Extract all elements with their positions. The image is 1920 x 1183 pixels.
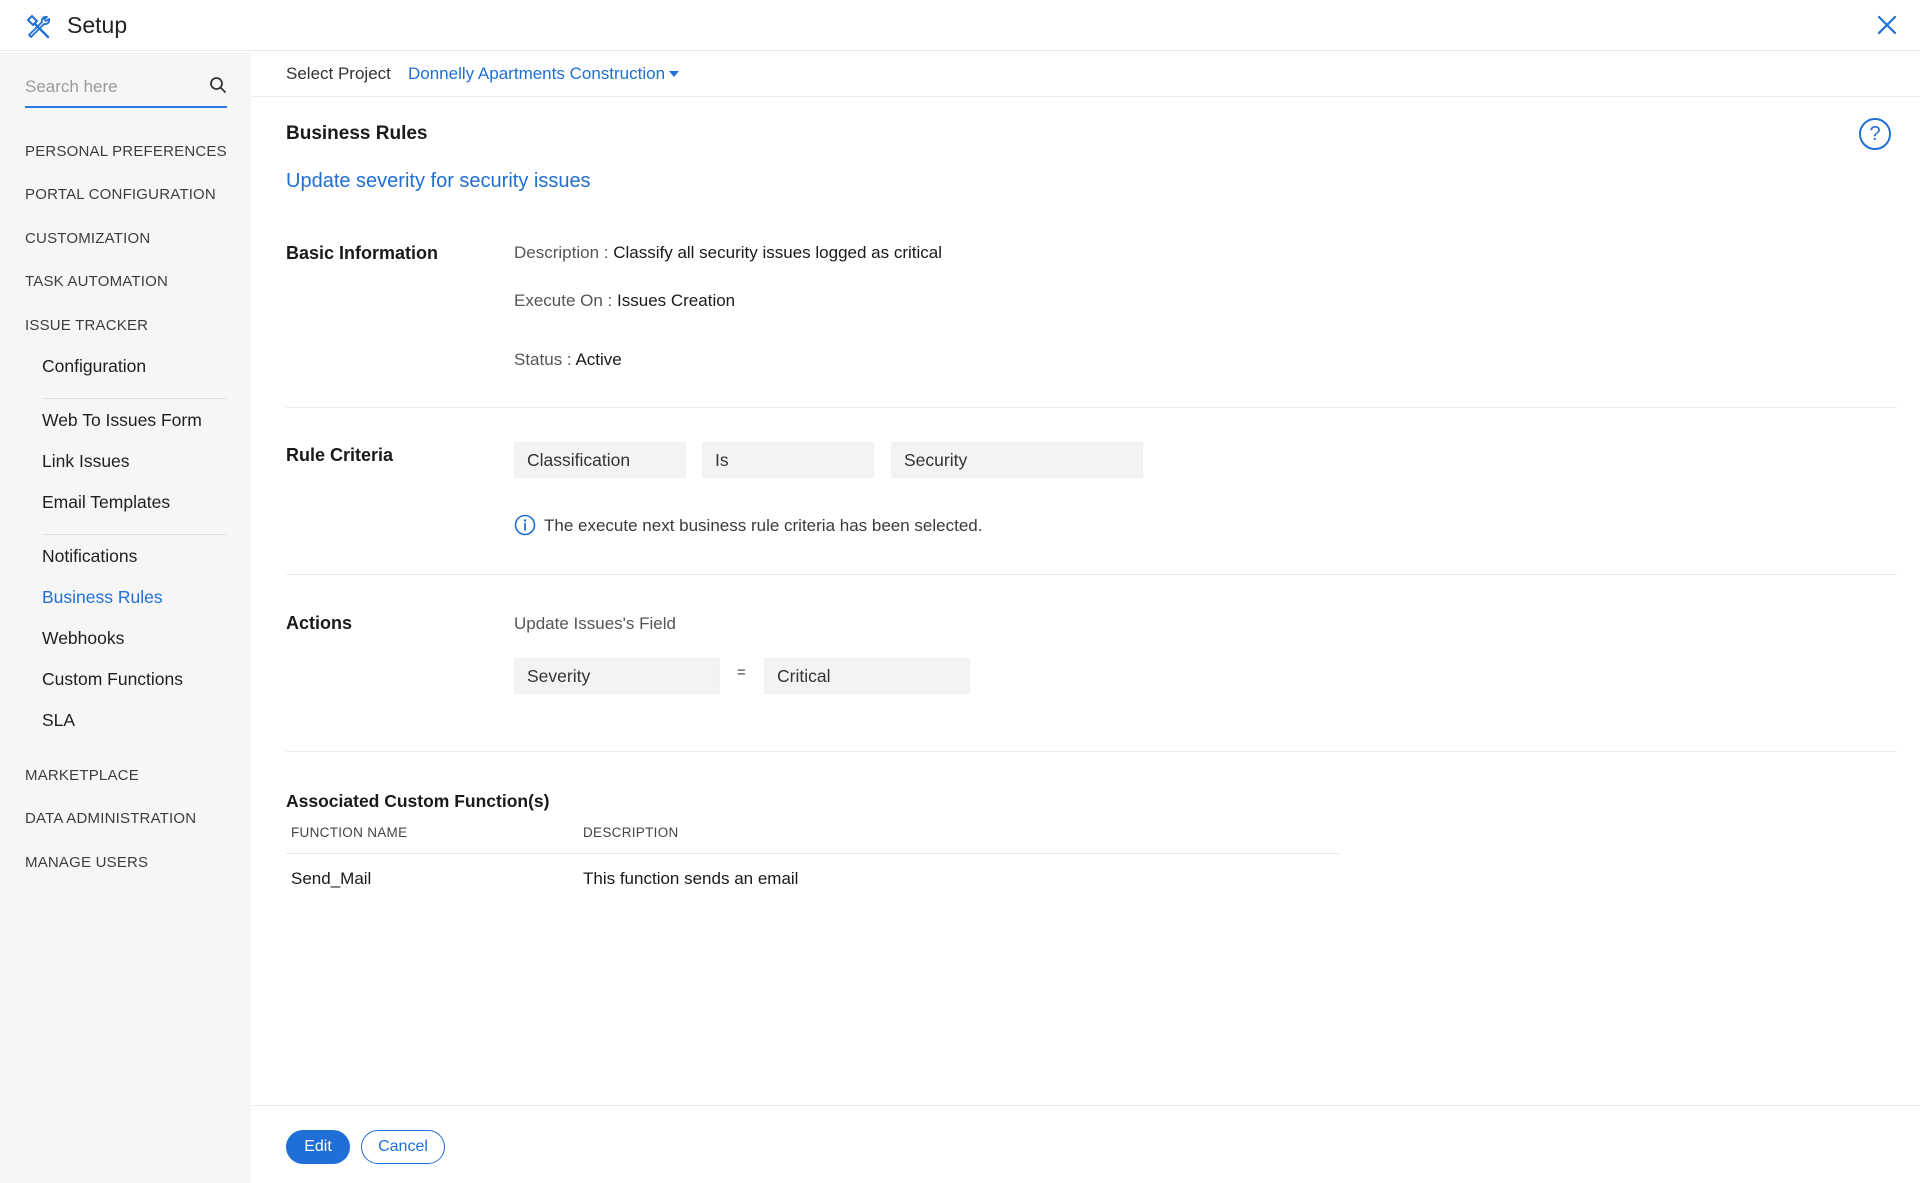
sidebar-item-email-templates[interactable]: Email Templates [42, 492, 170, 513]
sidebar-section-marketplace[interactable]: MARKETPLACE [25, 767, 139, 784]
description-value: Classify all security issues logged as c… [613, 243, 943, 262]
main-content: Business Rules ? Update severity for sec… [251, 98, 1920, 1105]
table-header-divider [286, 853, 1341, 854]
help-icon[interactable]: ? [1859, 118, 1891, 150]
column-header-function-name: FUNCTION NAME [291, 825, 408, 840]
action-value-chip[interactable]: Critical [764, 658, 970, 694]
execute-on-value: Issues Creation [617, 291, 736, 310]
rule-criteria-label: Rule Criteria [286, 445, 394, 465]
status-key: Status : [514, 350, 572, 369]
tools-icon [26, 14, 51, 39]
sidebar-item-link-issues[interactable]: Link Issues [42, 451, 130, 472]
close-icon[interactable] [1876, 14, 1898, 36]
sidebar-section-manage-users[interactable]: MANAGE USERS [25, 854, 148, 871]
info-icon [514, 514, 536, 536]
sidebar-section-customization[interactable]: CUSTOMIZATION [25, 230, 150, 247]
search-box [25, 72, 227, 108]
sidebar-item-web-to-issues-form[interactable]: Web To Issues Form [42, 410, 202, 431]
execute-on-key: Execute On : [514, 291, 613, 310]
caret-down-icon[interactable] [669, 71, 679, 77]
top-bar: Setup [0, 0, 1920, 51]
action-operator: = [737, 664, 746, 681]
app-title: Setup [67, 12, 128, 38]
section-divider [286, 574, 1897, 575]
section-divider [286, 751, 1897, 752]
project-dropdown[interactable]: Donnelly Apartments Construction [408, 64, 665, 84]
sidebar-section-portal-configuration[interactable]: PORTAL CONFIGURATION [25, 186, 216, 203]
associated-functions-title: Associated Custom Function(s) [286, 791, 550, 811]
criteria-note: The execute next business rule criteria … [544, 516, 983, 535]
footer: Edit Cancel [251, 1105, 1920, 1183]
search-icon[interactable] [209, 76, 227, 94]
sidebar-item-webhooks[interactable]: Webhooks [42, 628, 124, 649]
sidebar-divider [42, 534, 227, 535]
sidebar-item-configuration[interactable]: Configuration [42, 356, 146, 377]
sidebar-section-personal-preferences[interactable]: PERSONAL PREFERENCES [25, 143, 227, 160]
edit-button[interactable]: Edit [286, 1130, 350, 1164]
criteria-value-chip[interactable]: Security [891, 442, 1143, 478]
sidebar-section-data-administration[interactable]: DATA ADMINISTRATION [25, 810, 196, 827]
sidebar-divider [42, 398, 227, 399]
basic-information-label: Basic Information [286, 243, 439, 263]
criteria-operator-chip[interactable]: Is [702, 442, 874, 478]
sidebar: PERSONAL PREFERENCES PORTAL CONFIGURATIO… [0, 52, 251, 1183]
sidebar-section-task-automation[interactable]: TASK AUTOMATION [25, 273, 168, 290]
description-key: Description : [514, 243, 609, 262]
select-project-label: Select Project [286, 64, 391, 83]
actions-subtitle: Update Issues's Field [514, 614, 676, 633]
status-row: Status : Active [514, 350, 622, 370]
sidebar-item-sla[interactable]: SLA [42, 710, 75, 731]
cancel-button[interactable]: Cancel [361, 1130, 445, 1164]
actions-label: Actions [286, 613, 353, 633]
rule-name[interactable]: Update severity for security issues [286, 170, 591, 193]
sidebar-section-issue-tracker[interactable]: ISSUE TRACKER [25, 317, 148, 334]
sidebar-item-business-rules[interactable]: Business Rules [42, 587, 163, 608]
section-divider [286, 407, 1897, 408]
column-header-description: DESCRIPTION [583, 825, 679, 840]
status-value: Active [575, 350, 622, 369]
table-cell-function-name[interactable]: Send_Mail [291, 869, 371, 889]
project-bar: Select Project Donnelly Apartments Const… [251, 52, 1920, 97]
sidebar-item-notifications[interactable]: Notifications [42, 546, 137, 567]
search-input[interactable] [25, 72, 195, 102]
criteria-field-chip[interactable]: Classification [514, 442, 686, 478]
execute-on-row: Execute On : Issues Creation [514, 291, 735, 311]
page-title: Business Rules [286, 123, 428, 144]
action-field-chip[interactable]: Severity [514, 658, 720, 694]
sidebar-item-custom-functions[interactable]: Custom Functions [42, 669, 183, 690]
table-cell-description: This function sends an email [583, 869, 799, 888]
description-row: Description : Classify all security issu… [514, 243, 942, 263]
